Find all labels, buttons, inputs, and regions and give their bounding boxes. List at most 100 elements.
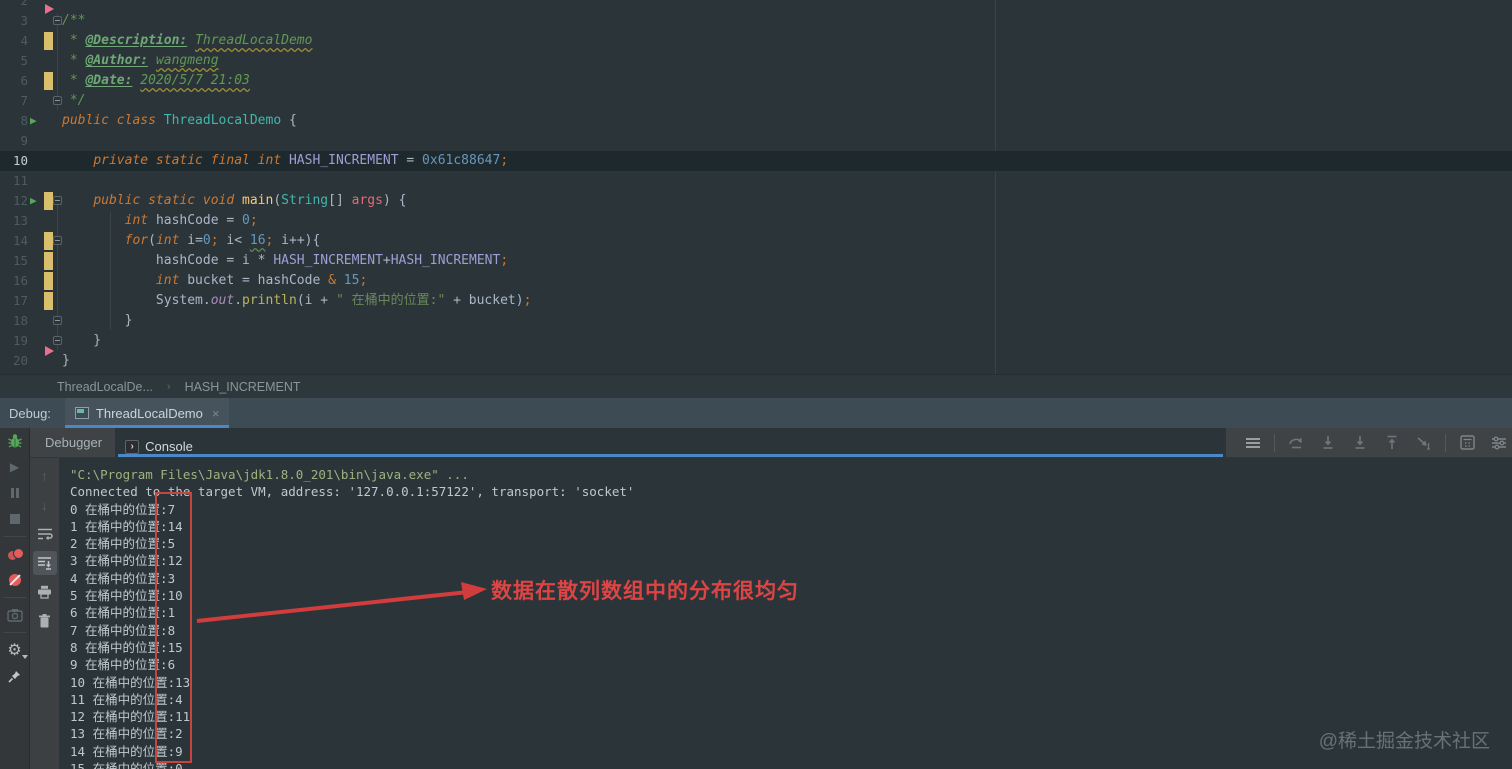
breadcrumb-separator: ›: [167, 381, 171, 393]
settings-icon[interactable]: ⚙: [0, 637, 30, 663]
next-occurrence-icon[interactable]: ↓: [33, 493, 57, 517]
code-line-11: 11: [0, 171, 1512, 191]
fold-icon[interactable]: [53, 236, 62, 245]
run-gutter-icon[interactable]: ▶: [30, 111, 37, 131]
scroll-to-end-icon[interactable]: [33, 551, 57, 575]
code-text: [62, 0, 1512, 11]
view-breakpoints-icon[interactable]: [0, 541, 30, 567]
code-line-8: 8▶ public class ThreadLocalDemo {: [0, 111, 1512, 131]
console-line: 9 在桶中的位置:6: [70, 656, 1512, 673]
code-line-6: 6 * @Date: 2020/5/7 21:03: [0, 71, 1512, 91]
line-number: 8: [0, 111, 30, 131]
force-step-into-icon[interactable]: [1347, 431, 1373, 455]
tab-debugger[interactable]: Debugger: [32, 428, 115, 457]
divider: [1445, 434, 1446, 452]
close-icon[interactable]: ×: [210, 407, 220, 420]
console-gutter-toolbar: ↑ ↓: [30, 458, 60, 769]
debug-tab-title: ThreadLocalDemo: [96, 406, 203, 421]
prev-occurrence-icon[interactable]: ↑: [33, 464, 57, 488]
bookmark-icon[interactable]: [45, 346, 54, 356]
changed-lines-marker: [44, 72, 53, 90]
fold-icon[interactable]: [53, 96, 62, 105]
code-line-15: 15 hashCode = i * HASH_INCREMENT+HASH_IN…: [0, 251, 1512, 271]
code-line-9: 9: [0, 131, 1512, 151]
debug-session-tab[interactable]: ThreadLocalDemo ×: [65, 398, 230, 428]
breadcrumb-member[interactable]: HASH_INCREMENT: [185, 380, 301, 394]
debug-control-strip: ▶ ⚙: [0, 428, 30, 769]
console-line: 0 在桶中的位置:7: [70, 501, 1512, 518]
console-line: "C:\Program Files\Java\jdk1.8.0_201\bin\…: [70, 466, 1512, 483]
code-line-17: 17 System.out.println(i + " 在桶中的位置:" + b…: [0, 291, 1512, 311]
code-text: System.out.println(i + " 在桶中的位置:" + buck…: [62, 291, 1512, 311]
console-line: 1 在桶中的位置:14: [70, 518, 1512, 535]
code-line-19: 19 }: [0, 331, 1512, 351]
pin-icon[interactable]: [0, 663, 30, 689]
clear-all-icon[interactable]: [33, 609, 57, 633]
code-editor[interactable]: 23/**4 * @Description: ThreadLocalDemo5 …: [0, 0, 1512, 374]
tab-console[interactable]: › Console: [115, 428, 1226, 457]
line-number: 9: [0, 131, 30, 151]
divider: [4, 632, 26, 633]
layout-settings-icon[interactable]: [1486, 431, 1512, 455]
fold-icon[interactable]: [53, 196, 62, 205]
code-line-13: 13 int hashCode = 0;: [0, 211, 1512, 231]
line-number: 10: [0, 151, 30, 171]
print-icon[interactable]: [33, 580, 57, 604]
console-tab-icon: ›: [125, 440, 139, 454]
gutter-marks: [30, 311, 62, 331]
code-line-12: 12▶ public static void main(String[] arg…: [0, 191, 1512, 211]
breadcrumb: ThreadLocalDe... › HASH_INCREMENT: [0, 374, 1512, 398]
line-number: 2: [0, 0, 30, 11]
code-lines: 23/**4 * @Description: ThreadLocalDemo5 …: [0, 0, 1512, 371]
divider: [1274, 434, 1275, 452]
console-output[interactable]: "C:\Program Files\Java\jdk1.8.0_201\bin\…: [60, 458, 1512, 769]
fold-icon[interactable]: [53, 16, 62, 25]
line-number: 4: [0, 31, 30, 51]
menu-icon[interactable]: [1240, 431, 1266, 455]
changed-lines-marker: [44, 32, 53, 50]
debug-main-panel: Debugger › Console: [30, 428, 1512, 769]
step-out-icon[interactable]: [1379, 431, 1405, 455]
bookmark-icon[interactable]: [45, 4, 54, 14]
mute-breakpoints-icon[interactable]: [0, 567, 30, 593]
changed-lines-marker: [44, 272, 53, 290]
line-number: 11: [0, 171, 30, 191]
soft-wrap-icon[interactable]: [33, 522, 57, 546]
debug-toolwindow-body: ▶ ⚙: [0, 428, 1512, 769]
console-line: 14 在桶中的位置:9: [70, 743, 1512, 760]
fold-icon[interactable]: [53, 336, 62, 345]
line-number: 6: [0, 71, 30, 91]
code-text: [62, 171, 1512, 191]
evaluate-expression-icon[interactable]: [1454, 431, 1480, 455]
gutter-marks: [30, 171, 62, 191]
pause-icon[interactable]: [0, 480, 30, 506]
thread-dump-icon[interactable]: [0, 602, 30, 628]
code-text: /**: [62, 11, 1512, 31]
code-text: * @Date: 2020/5/7 21:03: [62, 71, 1512, 91]
run-gutter-icon[interactable]: ▶: [30, 191, 37, 211]
line-number: 14: [0, 231, 30, 251]
stop-icon[interactable]: [0, 506, 30, 532]
gutter-marks: [30, 131, 62, 151]
code-line-5: 5 * @Author: wangmeng: [0, 51, 1512, 71]
code-text: private static final int HASH_INCREMENT …: [62, 151, 1512, 171]
code-text: int bucket = hashCode & 15;: [62, 271, 1512, 291]
line-number: 19: [0, 331, 30, 351]
breadcrumb-file[interactable]: ThreadLocalDe...: [57, 380, 153, 394]
console-line: 12 在桶中的位置:11: [70, 708, 1512, 725]
line-number: 12: [0, 191, 30, 211]
step-over-icon[interactable]: [1283, 431, 1309, 455]
step-into-icon[interactable]: [1315, 431, 1341, 455]
code-line-3: 3/**: [0, 11, 1512, 31]
fold-icon[interactable]: [53, 316, 62, 325]
changed-lines-marker: [44, 232, 53, 250]
console-line: 3 在桶中的位置:12: [70, 552, 1512, 569]
code-line-20: 20}: [0, 351, 1512, 371]
resume-icon[interactable]: ▶: [0, 454, 30, 480]
divider: [4, 536, 26, 537]
rerun-debugger-icon[interactable]: [0, 428, 30, 454]
line-number: 17: [0, 291, 30, 311]
run-to-cursor-icon[interactable]: [1411, 431, 1437, 455]
code-text: public class ThreadLocalDemo {: [62, 111, 1512, 131]
changed-lines-marker: [44, 292, 53, 310]
